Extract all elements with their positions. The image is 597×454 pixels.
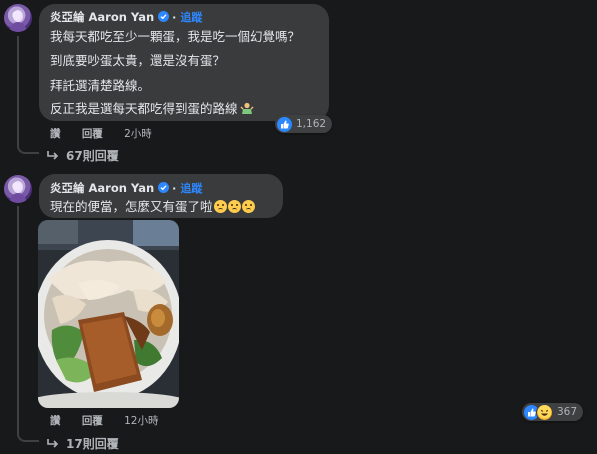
reaction-summary[interactable]: 367 xyxy=(522,403,584,421)
follow-button[interactable]: 追蹤 xyxy=(180,11,202,24)
comment-text-line: 我每天都吃至少一顆蛋，我是吃一個幻覺嗎？ xyxy=(50,29,301,44)
comment-author[interactable]: 炎亞綸 Aaron Yan · 追蹤 xyxy=(50,9,202,25)
attached-photo[interactable] xyxy=(38,220,179,408)
sad-face-icon xyxy=(227,200,241,213)
timestamp[interactable]: 12小時 xyxy=(124,415,158,427)
comment-text: 反正我是選每天都吃得到蛋的路線 xyxy=(50,101,238,116)
comment-text-line: 現在的便當，怎麼又有蛋了啦 xyxy=(50,196,255,215)
sad-face-icon xyxy=(213,200,227,213)
reply-connector xyxy=(17,136,39,154)
author-name[interactable]: 炎亞綸 Aaron Yan xyxy=(50,10,154,24)
laughing-face-icon xyxy=(536,403,553,421)
thread-line xyxy=(17,36,19,136)
like-action[interactable]: 讚 xyxy=(50,415,61,427)
bento-photo xyxy=(38,220,179,408)
view-replies-button[interactable]: 17則回覆 xyxy=(66,435,119,452)
like-action[interactable]: 讚 xyxy=(50,128,61,140)
person-shrugging-icon xyxy=(240,101,254,115)
reply-action[interactable]: 回覆 xyxy=(82,415,103,427)
thumbs-up-icon xyxy=(277,116,292,132)
reply-arrow-icon xyxy=(46,147,60,166)
sad-face-icon xyxy=(241,200,255,213)
view-replies-button[interactable]: 67則回覆 xyxy=(66,147,119,164)
reply-arrow-icon xyxy=(46,435,60,454)
separator: · xyxy=(172,11,177,24)
verified-badge-icon xyxy=(158,11,170,22)
comment-text-line: 到底要吵蛋太貴，還是沒有蛋？ xyxy=(50,53,226,68)
reaction-count: 367 xyxy=(557,406,578,418)
author-name[interactable]: 炎亞綸 Aaron Yan xyxy=(50,181,154,195)
comment-actions: 讚 回覆 2小時 xyxy=(50,126,152,141)
comment-actions: 讚 回覆 12小時 xyxy=(50,413,159,428)
comment-author[interactable]: 炎亞綸 Aaron Yan · 追蹤 xyxy=(50,180,202,196)
reaction-count: 1,162 xyxy=(296,118,327,130)
comment-text-line: 拜託選清楚路線。 xyxy=(50,78,151,93)
comment-text-line: 反正我是選每天都吃得到蛋的路線 xyxy=(50,98,254,117)
reaction-summary[interactable]: 1,162 xyxy=(275,115,333,133)
separator: · xyxy=(172,182,177,195)
verified-badge-icon xyxy=(158,182,170,193)
comment-text: 現在的便當，怎麼又有蛋了啦 xyxy=(50,199,213,214)
avatar[interactable] xyxy=(4,175,32,203)
timestamp[interactable]: 2小時 xyxy=(124,128,152,140)
reply-connector xyxy=(17,424,39,442)
reply-action[interactable]: 回覆 xyxy=(82,128,103,140)
follow-button[interactable]: 追蹤 xyxy=(180,182,202,195)
thread-line xyxy=(17,206,19,431)
avatar[interactable] xyxy=(4,4,32,32)
